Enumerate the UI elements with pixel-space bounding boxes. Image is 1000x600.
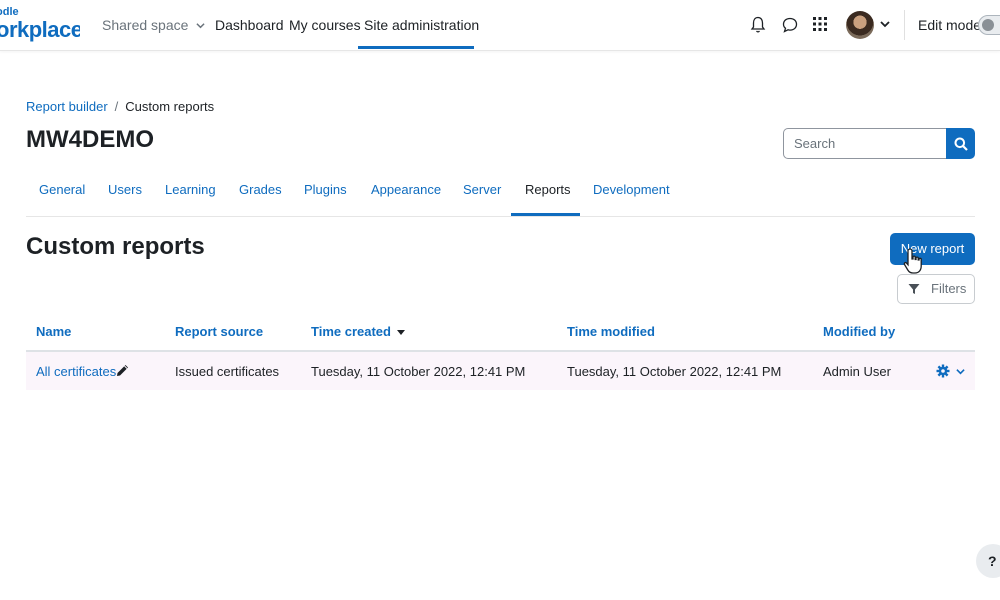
chevron-down-icon[interactable]: [880, 19, 890, 29]
column-header-report-source[interactable]: Report source: [175, 324, 263, 339]
hand-pointer-cursor-icon: [903, 248, 922, 274]
chevron-down-icon: [196, 23, 205, 29]
pencil-icon[interactable]: [116, 364, 129, 377]
tab-learning[interactable]: Learning: [165, 182, 216, 197]
tab-users[interactable]: Users: [108, 182, 142, 197]
breadcrumb: Report builder / Custom reports: [26, 99, 214, 114]
time-created-label: Time created: [311, 324, 391, 339]
breadcrumb-separator: /: [114, 99, 119, 114]
edit-mode-label: Edit mode: [918, 17, 982, 33]
edit-mode-toggle[interactable]: [978, 15, 1000, 35]
navbar-divider: [904, 10, 905, 40]
search-button[interactable]: [946, 128, 975, 159]
nav-my-courses[interactable]: My courses: [289, 0, 361, 50]
column-header-modified-by[interactable]: Modified by: [823, 324, 895, 339]
filters-label: Filters: [931, 281, 967, 296]
top-navbar: odle orkplace Shared space Dashboard My …: [0, 0, 1000, 51]
user-avatar[interactable]: [846, 11, 874, 39]
logo-main-text: orkplace: [0, 17, 80, 42]
tab-plugins[interactable]: Plugins: [304, 182, 347, 197]
active-tab-indicator: [511, 213, 580, 216]
nav-site-administration[interactable]: Site administration: [364, 0, 479, 50]
filter-icon: [908, 284, 920, 294]
tab-reports[interactable]: Reports: [525, 182, 571, 197]
admin-tabs: General Users Learning Grades Plugins Ap…: [26, 166, 975, 217]
tab-general[interactable]: General: [39, 182, 85, 197]
shared-space-label: Shared space: [102, 17, 189, 33]
column-header-time-created[interactable]: Time created: [311, 324, 405, 339]
time-created-cell: Tuesday, 11 October 2022, 12:41 PM: [311, 364, 526, 379]
report-name-link[interactable]: All certificates: [36, 364, 116, 379]
tab-server[interactable]: Server: [463, 182, 501, 197]
shared-space-menu[interactable]: Shared space: [102, 0, 205, 50]
time-modified-cell: Tuesday, 11 October 2022, 12:41 PM: [567, 364, 782, 379]
breadcrumb-current: Custom reports: [125, 99, 215, 114]
breadcrumb-report-builder[interactable]: Report builder: [26, 99, 108, 114]
gear-icon[interactable]: [936, 364, 950, 378]
search-icon: [954, 137, 968, 151]
table-row: All certificates Issued certificates Tue…: [26, 352, 975, 390]
modified-by-cell: Admin User: [823, 364, 891, 379]
column-header-name[interactable]: Name: [36, 324, 71, 339]
page-title: MW4DEMO: [26, 126, 154, 153]
filters-button[interactable]: Filters: [897, 274, 975, 304]
sort-desc-icon: [396, 330, 405, 336]
help-button[interactable]: ?: [976, 544, 1000, 578]
column-header-time-modified[interactable]: Time modified: [567, 324, 655, 339]
tab-grades[interactable]: Grades: [239, 182, 282, 197]
workplace-logo[interactable]: odle orkplace: [0, 6, 80, 42]
chevron-down-icon[interactable]: [956, 367, 965, 376]
search-input[interactable]: [783, 128, 947, 159]
apps-grid-icon[interactable]: [812, 16, 828, 32]
active-nav-indicator: [358, 46, 474, 49]
toggle-knob: [982, 19, 994, 31]
section-heading: Custom reports: [26, 233, 205, 260]
tab-appearance[interactable]: Appearance: [371, 182, 441, 197]
chat-icon[interactable]: [781, 16, 799, 34]
bell-icon[interactable]: [750, 16, 766, 34]
nav-dashboard[interactable]: Dashboard: [215, 0, 284, 50]
tab-development[interactable]: Development: [593, 182, 670, 197]
table-header: Name Report source Time created Time mod…: [26, 312, 975, 352]
report-source-cell: Issued certificates: [175, 364, 280, 379]
